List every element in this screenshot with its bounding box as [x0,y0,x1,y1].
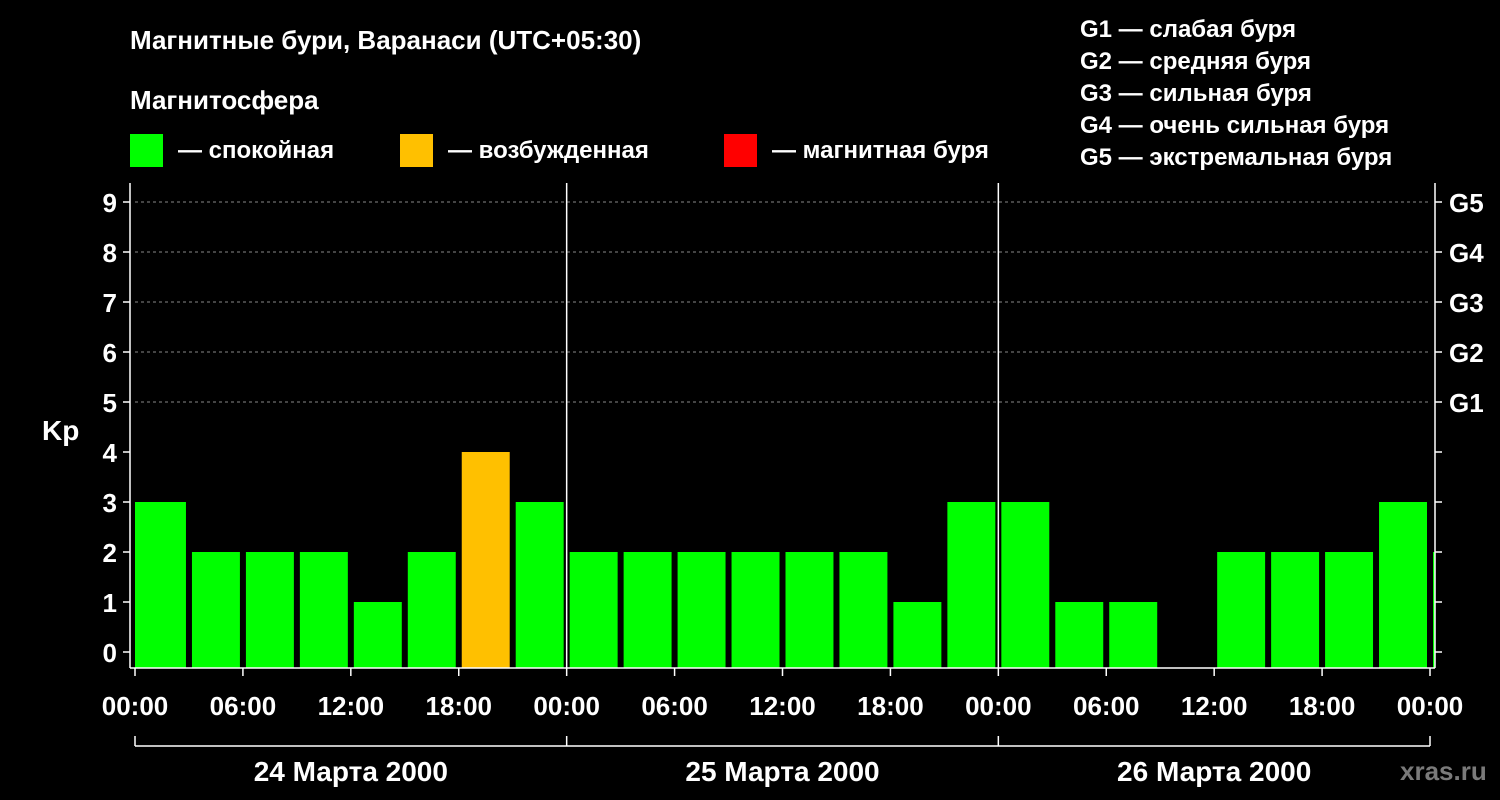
bar [1109,602,1158,668]
legend-label-calm: — спокойная [178,137,334,164]
legend-swatch-calm [130,134,163,167]
bar [461,452,510,668]
x-tick-label: 00:00 [102,691,169,721]
bar [677,552,726,668]
day-label: 24 Марта 2000 [254,756,448,787]
bar [623,552,672,668]
legend-heading: Магнитосфера [130,85,319,115]
tick-labels: 0 1 2 3 4 5 6 7 8 9 G1 G2 G3 G4 G5 00:00 06:00 12:00 18:00… [102,188,1484,787]
y-tick-label: 4 [103,438,118,468]
bar [1055,602,1104,668]
legend-swatch-excited [400,134,433,167]
legend-label-excited: — возбужденная [448,137,649,164]
bar [947,502,996,668]
y-tick-label: 3 [103,488,117,518]
bar [407,552,456,668]
g-scale-label: G3 [1449,288,1484,318]
y-tick-label: 7 [103,288,117,318]
storm-scale-g5: G5 — экстремальная буря [1080,144,1392,171]
x-tick-label: 12:00 [749,691,816,721]
storm-scale: G1 — слабая буря G2 — средняя буря G3 — … [1080,16,1392,171]
x-tick-label: 00:00 [965,691,1032,721]
x-tick-label: 00:00 [533,691,600,721]
y-tick-label: 9 [103,188,117,218]
bar [1001,502,1050,668]
day-label: 25 Марта 2000 [685,756,879,787]
legend-swatch-storm [724,134,757,167]
g-scale-label: G1 [1449,388,1484,418]
bar [839,552,888,668]
bar [1217,552,1266,668]
storm-scale-g4: G4 — очень сильная буря [1080,112,1389,139]
x-tick-label: 12:00 [1181,691,1248,721]
bar [785,552,834,668]
day-label: 26 Марта 2000 [1117,756,1311,787]
x-tick-label: 06:00 [1073,691,1140,721]
bars [135,452,1435,668]
x-tick-label: 18:00 [426,691,493,721]
bar [191,552,240,668]
g-scale-label: G4 [1449,238,1484,268]
x-tick-label: 18:00 [1289,691,1356,721]
y-axis-label: Kp [42,415,79,446]
y-tick-label: 0 [103,638,117,668]
y-tick-label: 8 [103,238,117,268]
bar [515,502,564,668]
kp-chart: Магнитные бури, Варанаси (UTC+05:30) Маг… [42,16,1487,787]
bar [353,602,402,668]
bar [1379,502,1427,668]
y-tick-label: 5 [103,388,117,418]
x-tick-label: 06:00 [210,691,277,721]
g-scale-label: G2 [1449,338,1484,368]
storm-scale-g2: G2 — средняя буря [1080,48,1311,75]
legend-label-storm: — магнитная буря [772,137,989,164]
x-tick-label: 12:00 [318,691,385,721]
y-tick-label: 2 [103,538,117,568]
watermark: xras.ru [1400,756,1487,786]
bar [1271,552,1320,668]
bar [135,502,186,668]
x-tick-label: 18:00 [857,691,924,721]
chart-title: Магнитные бури, Варанаси (UTC+05:30) [130,25,641,55]
legend: Магнитосфера — спокойная — возбужденная … [130,85,989,167]
bar [1325,552,1374,668]
y-tick-label: 1 [103,588,117,618]
bar [299,552,348,668]
bar [893,602,942,668]
g-scale-label: G5 [1449,188,1484,218]
storm-scale-g1: G1 — слабая буря [1080,16,1296,43]
bar [245,552,294,668]
grid-lines [135,201,1430,403]
storm-scale-g3: G3 — сильная буря [1080,80,1312,107]
x-tick-label: 06:00 [641,691,708,721]
y-tick-label: 6 [103,338,117,368]
bar [731,552,780,668]
x-tick-label: 00:00 [1397,691,1464,721]
bar [569,552,618,668]
